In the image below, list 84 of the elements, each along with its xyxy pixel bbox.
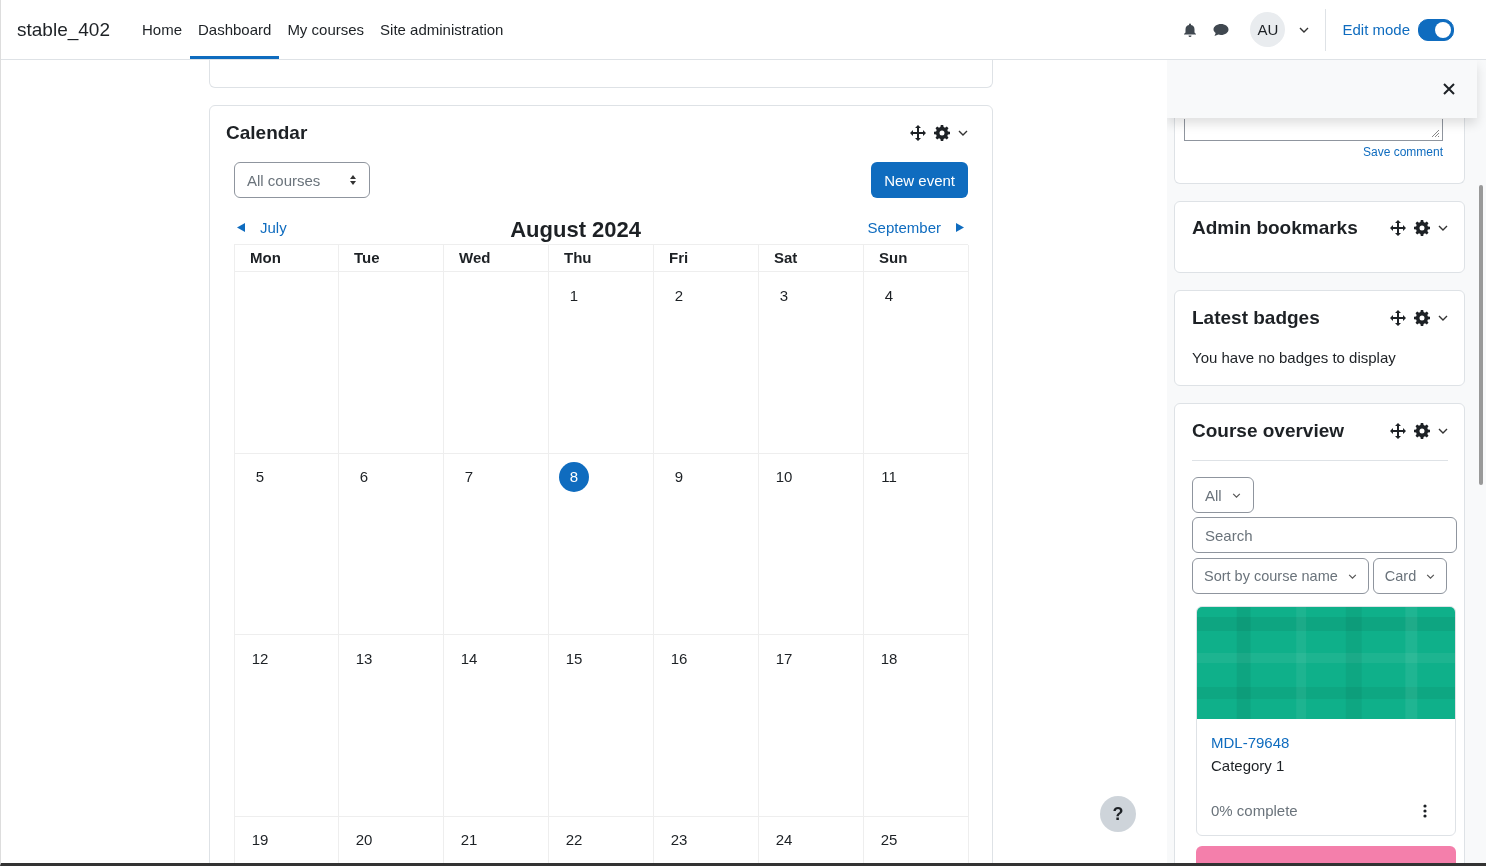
nav-link[interactable]: My courses	[279, 0, 373, 59]
caret-icon[interactable]	[1438, 315, 1448, 321]
weekday-header: Wed	[444, 245, 549, 271]
save-comment-link[interactable]: Save comment	[1362, 145, 1443, 159]
comment-field[interactable]	[1184, 119, 1443, 141]
new-event-button[interactable]: New event	[871, 162, 968, 198]
right-triangle-icon	[955, 222, 964, 232]
day-number[interactable]: 4	[874, 280, 904, 310]
nav-link[interactable]: Site administration	[372, 0, 512, 59]
day-number[interactable]: 24	[769, 824, 799, 855]
course-category: Category 1	[1211, 757, 1286, 774]
caret-icon	[1426, 573, 1436, 579]
edit-mode-label: Edit mode	[1342, 21, 1410, 38]
day-number[interactable]: 11	[874, 461, 904, 492]
day-number[interactable]: 6	[349, 461, 379, 492]
progress-text: 0% complete	[1211, 802, 1298, 819]
weekday-header: Sat	[759, 245, 864, 271]
caret-icon[interactable]	[1438, 428, 1448, 434]
move-icon[interactable]	[1390, 220, 1406, 236]
day-number[interactable]: 2	[664, 280, 694, 310]
filter-dropdown[interactable]: All	[1192, 477, 1254, 513]
settings-icon[interactable]	[1414, 220, 1430, 236]
month-title: August 2024	[510, 216, 642, 243]
view-dropdown[interactable]: Card	[1372, 558, 1448, 594]
left-triangle-icon	[237, 222, 246, 232]
course-select[interactable]: All courses	[234, 162, 370, 198]
resize-handle-icon[interactable]	[1431, 129, 1440, 138]
day-number[interactable]: 3	[769, 280, 799, 310]
day-number[interactable]: 12	[245, 643, 275, 673]
day-number[interactable]: 10	[769, 461, 799, 492]
settings-icon[interactable]	[1414, 423, 1430, 439]
previous-month-link[interactable]: July	[234, 218, 287, 236]
caret-icon	[1347, 573, 1357, 579]
bell-icon[interactable]	[1182, 21, 1199, 38]
chat-icon[interactable]	[1212, 21, 1231, 38]
day-number[interactable]: 8	[559, 461, 589, 492]
caret-icon	[1231, 492, 1241, 498]
day-number[interactable]: 18	[874, 643, 904, 673]
day-number[interactable]: 9	[664, 461, 694, 492]
search-field[interactable]: Search	[1192, 517, 1457, 553]
caret-icon[interactable]	[1438, 225, 1448, 231]
day-number[interactable]: 25	[874, 824, 904, 855]
nav-link[interactable]: Home	[133, 0, 190, 59]
more-icon[interactable]	[1423, 803, 1427, 818]
caret-icon[interactable]	[1299, 26, 1310, 33]
next-month-link[interactable]: September	[864, 218, 964, 236]
caret-icon[interactable]	[958, 130, 968, 136]
settings-icon[interactable]	[1414, 310, 1430, 326]
site-name[interactable]: stable_402	[17, 18, 110, 41]
day-number[interactable]: 21	[454, 824, 484, 855]
day-number[interactable]: 14	[454, 643, 484, 673]
block-title: Course overview	[1192, 420, 1345, 442]
day-number[interactable]: 5	[245, 461, 275, 492]
settings-icon[interactable]	[934, 125, 950, 141]
block-title: Latest badges	[1192, 307, 1320, 329]
course-link[interactable]: MDL-79648	[1211, 734, 1441, 751]
user-avatar[interactable]: AU	[1250, 12, 1286, 47]
day-number[interactable]: 1	[559, 280, 589, 310]
empty-message: You have no badges to display	[1192, 349, 1397, 366]
day-number[interactable]: 17	[769, 643, 799, 673]
sort-dropdown[interactable]: Sort by course name	[1192, 558, 1369, 594]
day-number[interactable]: 16	[664, 643, 694, 673]
block-title: Admin bookmarks	[1192, 217, 1358, 239]
weekday-header: Thu	[549, 245, 654, 271]
day-number[interactable]: 7	[454, 461, 484, 492]
day-number[interactable]: 13	[349, 643, 379, 673]
weekday-header: Fri	[654, 245, 759, 271]
sort-arrows-icon	[349, 174, 357, 186]
block-title: Calendar	[226, 122, 308, 144]
close-icon[interactable]	[1443, 83, 1455, 95]
day-number[interactable]: 22	[559, 824, 589, 855]
day-number[interactable]: 20	[349, 824, 379, 855]
day-number[interactable]: 15	[559, 643, 589, 673]
move-icon[interactable]	[1390, 423, 1406, 439]
edit-mode-toggle[interactable]	[1418, 18, 1454, 41]
weekday-header: Sun	[864, 245, 969, 271]
help-button[interactable]: ?	[1100, 796, 1136, 832]
day-number[interactable]: 23	[664, 824, 694, 855]
day-number[interactable]: 19	[245, 824, 275, 855]
weekday-header: Mon	[234, 245, 339, 271]
weekday-header: Tue	[339, 245, 444, 271]
move-icon[interactable]	[910, 125, 926, 141]
nav-link[interactable]: Dashboard	[190, 0, 280, 59]
move-icon[interactable]	[1390, 310, 1406, 326]
